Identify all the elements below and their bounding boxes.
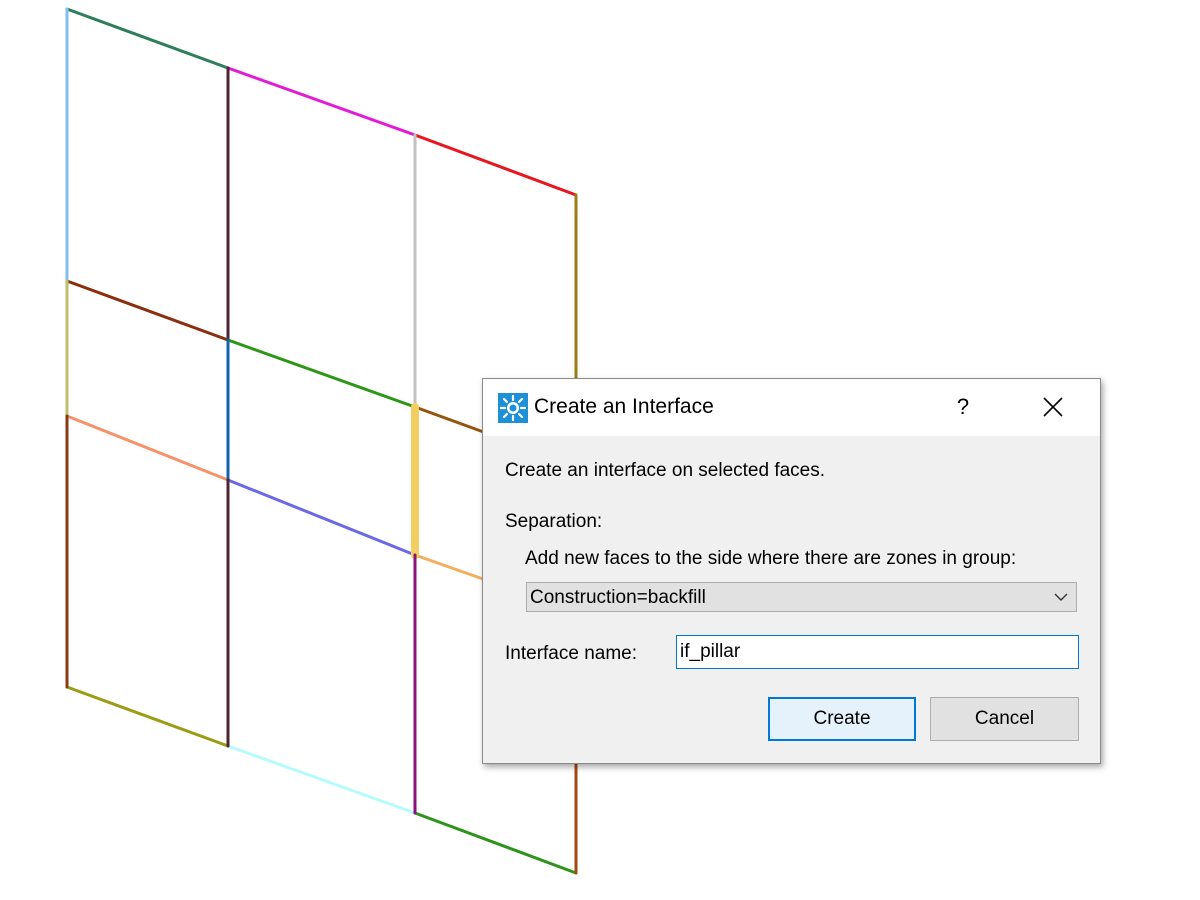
- close-icon[interactable]: [1033, 391, 1073, 423]
- help-button[interactable]: ?: [943, 391, 983, 423]
- dialog-titlebar[interactable]: Create an Interface ?: [483, 379, 1100, 436]
- mesh-edge: [413, 133, 578, 197]
- itasca-app-icon: [498, 393, 528, 423]
- mesh-edge: [65, 7, 230, 70]
- mesh-edge: [65, 414, 230, 482]
- mesh-edge: [226, 478, 417, 557]
- separation-instruction: Add new faces to the side where there ar…: [525, 548, 1017, 569]
- dialog-description: Create an interface on selected faces.: [505, 460, 826, 481]
- mesh-edge: [413, 811, 578, 875]
- group-select[interactable]: Construction=backfill: [526, 582, 1077, 612]
- cancel-button[interactable]: Cancel: [930, 697, 1079, 741]
- mesh-edge: [65, 279, 230, 342]
- create-button[interactable]: Create: [768, 697, 916, 741]
- chevron-down-icon: [1054, 593, 1068, 601]
- interface-name-input[interactable]: [676, 635, 1079, 669]
- dialog-title: Create an Interface: [534, 395, 714, 418]
- mesh-edge: [65, 685, 230, 748]
- mesh-edge: [226, 66, 417, 137]
- separation-label: Separation:: [505, 511, 603, 532]
- interface-name-label: Interface name:: [505, 643, 638, 664]
- group-select-value: Construction=backfill: [530, 587, 706, 608]
- mesh-edge: [226, 338, 417, 409]
- mesh-edge: [226, 744, 417, 815]
- create-interface-dialog: Create an Interface ? Create an interfac…: [482, 378, 1101, 764]
